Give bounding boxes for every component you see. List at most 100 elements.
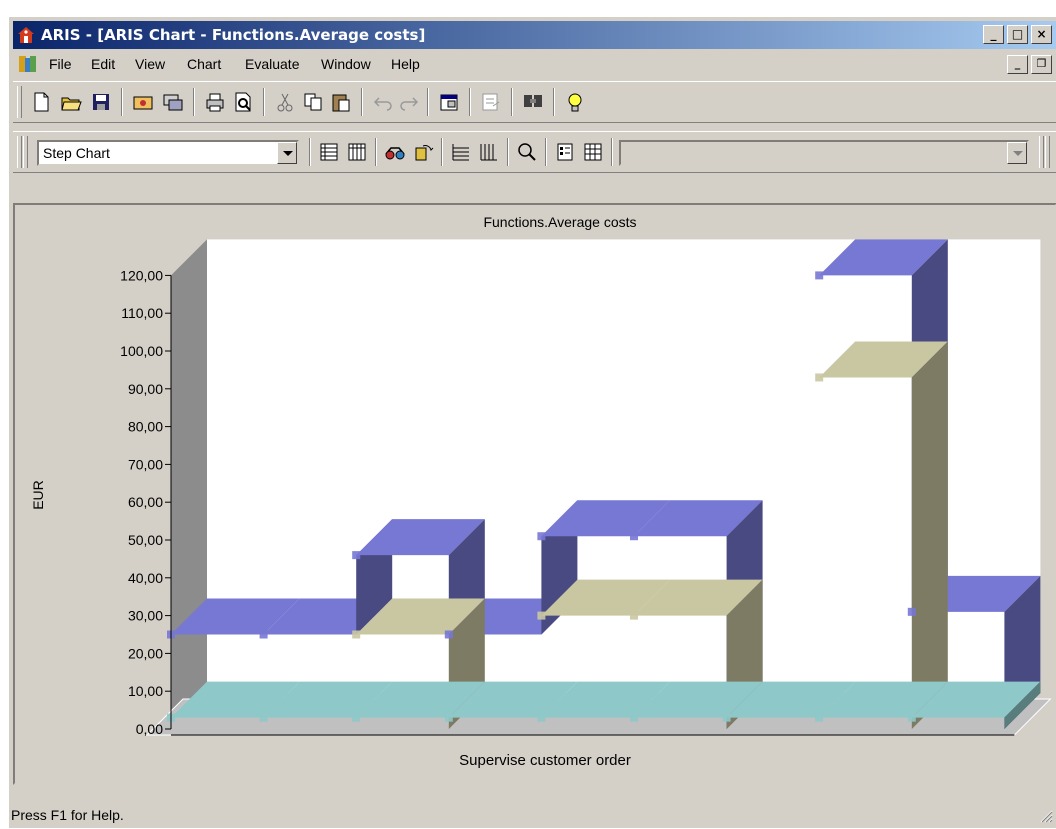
toolbar-grip[interactable] bbox=[23, 136, 28, 168]
data-table-icon[interactable] bbox=[581, 140, 605, 164]
toolbar-separator bbox=[375, 138, 377, 166]
x-axis-label: Supervise customer order bbox=[459, 752, 631, 769]
data-point bbox=[815, 713, 824, 722]
properties-icon[interactable] bbox=[437, 90, 461, 114]
print-icon[interactable] bbox=[203, 90, 227, 114]
tip-bulb-icon[interactable] bbox=[563, 90, 587, 114]
data-point bbox=[259, 630, 268, 639]
y-tick-label: 10,00 bbox=[128, 683, 163, 699]
horizontal-gridlines-icon[interactable] bbox=[449, 140, 473, 164]
y-tick-label: 70,00 bbox=[128, 456, 163, 472]
chart-type-select[interactable]: Step Chart bbox=[37, 140, 299, 166]
toolbar-separator bbox=[553, 88, 555, 116]
chart-area: 0,00 10,00 20,00 30,00 40,00 50,00 60,00 70,00 8… bbox=[13, 203, 1056, 785]
title-bar[interactable]: ARIS - [ARIS Chart - Functions.Average c… bbox=[13, 21, 1056, 49]
toolbar-separator bbox=[427, 88, 429, 116]
open-folder-icon[interactable] bbox=[59, 90, 83, 114]
y-tick-label: 0,00 bbox=[136, 721, 163, 737]
aris-house-icon bbox=[18, 27, 34, 43]
y-tick-label: 80,00 bbox=[128, 419, 163, 435]
data-point bbox=[444, 713, 453, 722]
close-button[interactable]: × bbox=[1031, 25, 1052, 44]
toolbar-separator bbox=[511, 88, 513, 116]
find-icon[interactable] bbox=[521, 90, 545, 114]
data-point bbox=[907, 713, 916, 722]
document-app-icon bbox=[19, 56, 36, 72]
status-bar: Press F1 for Help. bbox=[9, 801, 1056, 829]
toolbar-separator bbox=[309, 138, 311, 166]
maximize-button[interactable]: □ bbox=[1007, 25, 1028, 44]
data-point bbox=[722, 713, 731, 722]
menu-evaluate[interactable]: Evaluate bbox=[243, 51, 301, 77]
report-icon[interactable] bbox=[479, 90, 503, 114]
data-point bbox=[537, 713, 546, 722]
zoom-icon[interactable] bbox=[515, 140, 539, 164]
standard-toolbar bbox=[13, 81, 1056, 123]
data-point bbox=[259, 713, 268, 722]
toolbar-separator bbox=[121, 88, 123, 116]
menu-window[interactable]: Window bbox=[319, 51, 373, 77]
toolbar-separator bbox=[507, 138, 509, 166]
rows-view-icon[interactable] bbox=[317, 140, 341, 164]
chevron-down-icon[interactable] bbox=[277, 142, 297, 164]
menu-chart[interactable]: Chart bbox=[185, 51, 223, 77]
paste-icon[interactable] bbox=[329, 90, 353, 114]
toolbar-separator bbox=[611, 138, 613, 166]
cut-icon[interactable] bbox=[273, 90, 297, 114]
y-tick-label: 60,00 bbox=[128, 494, 163, 510]
columns-view-icon[interactable] bbox=[345, 140, 369, 164]
3d-glasses-icon[interactable] bbox=[383, 140, 407, 164]
child-restore-button[interactable]: ❐ bbox=[1031, 55, 1052, 74]
child-minimize-button[interactable]: _ bbox=[1007, 55, 1028, 74]
data-point bbox=[630, 532, 638, 541]
rotate-chart-icon[interactable] bbox=[411, 140, 435, 164]
data-point bbox=[352, 551, 361, 560]
open-model-icon[interactable] bbox=[161, 90, 185, 114]
menu-help[interactable]: Help bbox=[389, 51, 422, 77]
new-document-icon[interactable] bbox=[29, 90, 53, 114]
redo-icon[interactable] bbox=[397, 90, 421, 114]
y-tick-label: 100,00 bbox=[120, 343, 163, 359]
menu-bar: File Edit View Chart Evaluate Window Hel… bbox=[13, 51, 1056, 77]
y-tick-label: 50,00 bbox=[128, 532, 163, 548]
chart-side-wall bbox=[171, 239, 207, 729]
menu-file[interactable]: File bbox=[47, 51, 74, 77]
data-point bbox=[815, 373, 824, 382]
toolbar-grip[interactable] bbox=[17, 136, 22, 168]
y-tick-label: 120,00 bbox=[120, 267, 163, 283]
legend-icon[interactable] bbox=[553, 140, 577, 164]
secondary-select[interactable] bbox=[619, 140, 1029, 166]
copy-icon[interactable] bbox=[301, 90, 325, 114]
y-tick-label: 110,00 bbox=[121, 305, 163, 321]
app-window: ARIS - [ARIS Chart - Functions.Average c… bbox=[8, 16, 1056, 828]
step-chart[interactable]: 0,00 10,00 20,00 30,00 40,00 50,00 60,00 70,00 8… bbox=[15, 205, 1055, 783]
data-point bbox=[907, 607, 916, 616]
print-preview-icon[interactable] bbox=[231, 90, 255, 114]
toolbar-grip[interactable] bbox=[1045, 136, 1050, 168]
data-point bbox=[630, 611, 638, 620]
chevron-down-icon[interactable] bbox=[1007, 142, 1027, 164]
resize-grip-icon[interactable] bbox=[1039, 809, 1053, 823]
toolbar-grip[interactable] bbox=[17, 86, 22, 118]
undo-icon[interactable] bbox=[371, 90, 395, 114]
y-tick-label: 20,00 bbox=[128, 645, 163, 661]
toolbar-separator bbox=[193, 88, 195, 116]
data-point bbox=[352, 630, 361, 639]
y-axis-label: EUR bbox=[30, 480, 46, 510]
menu-edit[interactable]: Edit bbox=[89, 51, 117, 77]
save-icon[interactable] bbox=[89, 90, 113, 114]
toolbar-grip[interactable] bbox=[1039, 136, 1044, 168]
toolbar-separator bbox=[361, 88, 363, 116]
data-point bbox=[537, 611, 546, 620]
y-tick-label: 30,00 bbox=[128, 608, 163, 624]
chart-toolbar: Step Chart bbox=[13, 131, 1056, 173]
toolbar-separator bbox=[441, 138, 443, 166]
new-model-icon[interactable] bbox=[131, 90, 155, 114]
y-tick-label: 90,00 bbox=[128, 381, 163, 397]
vertical-gridlines-icon[interactable] bbox=[477, 140, 501, 164]
step-riser bbox=[911, 341, 948, 729]
menu-view[interactable]: View bbox=[133, 51, 167, 77]
data-point bbox=[352, 713, 361, 722]
minimize-button[interactable]: _ bbox=[983, 25, 1004, 44]
data-point bbox=[630, 713, 638, 722]
